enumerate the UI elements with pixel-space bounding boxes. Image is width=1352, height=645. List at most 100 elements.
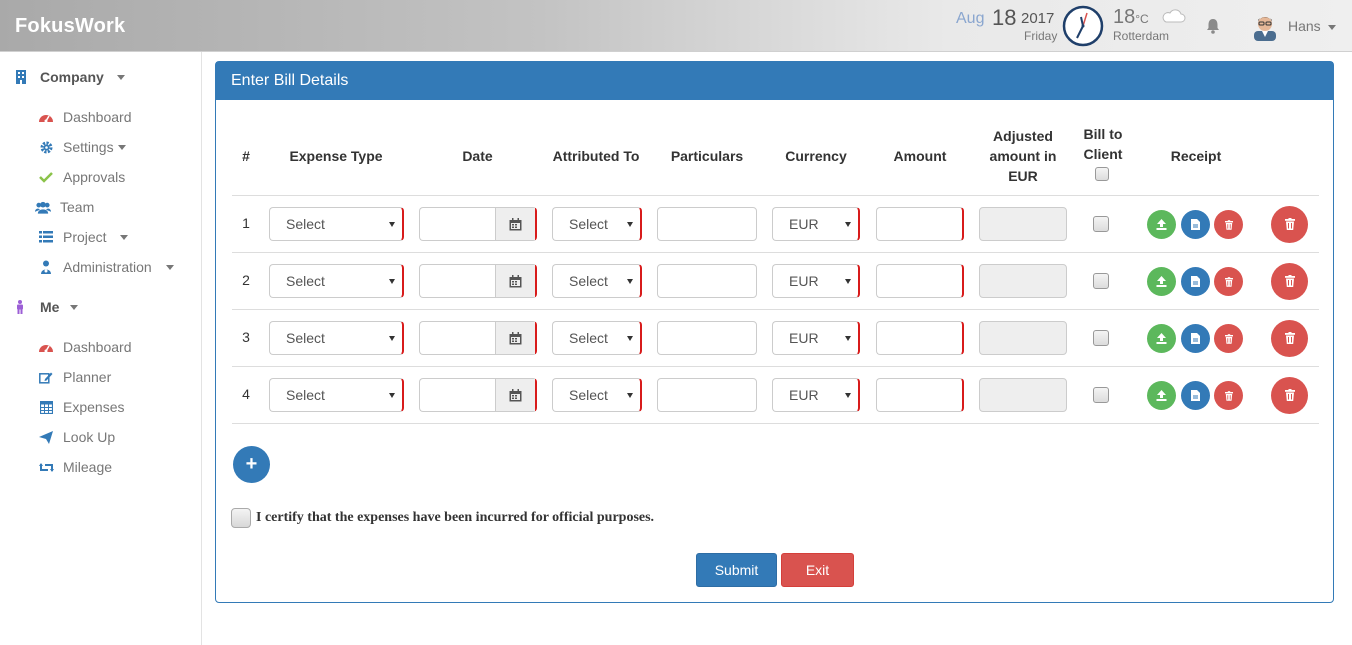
upload-receipt-button[interactable]	[1147, 381, 1176, 410]
date-input[interactable]	[419, 321, 537, 355]
delete-receipt-button[interactable]	[1214, 210, 1243, 239]
sidebar-item-me-planner[interactable]: Planner	[38, 369, 111, 385]
delete-row-button[interactable]	[1271, 263, 1308, 300]
exit-button[interactable]: Exit	[781, 553, 854, 587]
particulars-input[interactable]	[657, 264, 757, 298]
sidebar-item-me-dashboard[interactable]: Dashboard	[38, 339, 132, 355]
chevron-down-icon	[389, 393, 395, 398]
gear-icon	[38, 140, 54, 154]
column-header-bill-line2: Client	[1083, 146, 1123, 162]
bell-icon[interactable]	[1205, 17, 1221, 35]
adjusted-amount-field	[979, 207, 1067, 241]
calculator-icon	[38, 400, 54, 414]
amount-input[interactable]	[876, 378, 964, 412]
calendar-icon[interactable]	[495, 379, 535, 411]
trash-icon	[1284, 388, 1295, 404]
delete-row-button[interactable]	[1271, 320, 1308, 357]
user-menu[interactable]: Hans	[1288, 18, 1336, 34]
currency-value: EUR	[789, 330, 819, 346]
cloud-icon	[1162, 9, 1186, 23]
delete-receipt-button[interactable]	[1214, 267, 1243, 296]
admin-icon	[38, 260, 54, 274]
app-title[interactable]: FokusWork	[15, 15, 125, 38]
expense-type-select[interactable]: Select	[269, 264, 404, 298]
date-input[interactable]	[419, 207, 537, 241]
attributed-to-select[interactable]: Select	[552, 264, 642, 298]
currency-select[interactable]: EUR	[772, 207, 860, 241]
chevron-down-icon	[627, 279, 633, 284]
sidebar-group-me[interactable]: Me	[15, 299, 79, 315]
sidebar-group-company[interactable]: Company	[15, 69, 125, 85]
adjusted-amount-field	[979, 378, 1067, 412]
sidebar-item-me-lookup[interactable]: Look Up	[38, 429, 115, 445]
currency-select[interactable]: EUR	[772, 378, 860, 412]
certify-text: I certify that the expenses have been in…	[256, 510, 655, 525]
particulars-input[interactable]	[657, 207, 757, 241]
column-header-expense-type: Expense Type	[289, 148, 383, 164]
date-input[interactable]	[419, 264, 537, 298]
person-icon	[15, 300, 29, 314]
sidebar-item-company-approvals[interactable]: Approvals	[38, 169, 125, 185]
sidebar-item-me-mileage[interactable]: Mileage	[38, 459, 112, 475]
bill-to-client-checkbox[interactable]	[1093, 216, 1109, 232]
column-header-attributed-to: Attributed To	[552, 148, 640, 164]
delete-row-button[interactable]	[1271, 206, 1308, 243]
attributed-to-select[interactable]: Select	[552, 321, 642, 355]
currency-select[interactable]: EUR	[772, 321, 860, 355]
upload-receipt-button[interactable]	[1147, 210, 1176, 239]
adjusted-amount-field	[979, 321, 1067, 355]
bill-to-client-checkbox[interactable]	[1093, 330, 1109, 346]
sidebar-item-company-dashboard[interactable]: Dashboard	[38, 109, 132, 125]
amount-input[interactable]	[876, 207, 964, 241]
calendar-icon[interactable]	[495, 208, 535, 240]
delete-row-button[interactable]	[1271, 377, 1308, 414]
amount-input[interactable]	[876, 264, 964, 298]
bill-to-client-checkbox[interactable]	[1093, 387, 1109, 403]
delete-receipt-button[interactable]	[1214, 324, 1243, 353]
date-day: 18	[992, 5, 1017, 30]
bill-to-client-checkbox[interactable]	[1093, 273, 1109, 289]
sidebar: Company Dashboard Settings Approvals Tea…	[0, 52, 202, 645]
upload-receipt-button[interactable]	[1147, 267, 1176, 296]
sidebar-item-company-settings[interactable]: Settings	[38, 139, 126, 155]
sidebar-item-company-team[interactable]: Team	[35, 199, 94, 215]
certify-checkbox[interactable]	[231, 508, 251, 528]
view-receipt-button[interactable]	[1181, 381, 1210, 410]
table-divider	[232, 195, 1319, 196]
particulars-input[interactable]	[657, 321, 757, 355]
view-receipt-button[interactable]	[1181, 267, 1210, 296]
view-receipt-button[interactable]	[1181, 210, 1210, 239]
expense-type-select[interactable]: Select	[269, 207, 404, 241]
trash-icon	[1284, 331, 1295, 347]
submit-button[interactable]: Submit	[696, 553, 777, 587]
attributed-to-value: Select	[569, 330, 608, 346]
column-header-receipt: Receipt	[1170, 148, 1222, 164]
calendar-icon[interactable]	[495, 322, 535, 354]
temperature-value: 18	[1113, 6, 1136, 28]
expense-type-select[interactable]: Select	[269, 378, 404, 412]
attributed-to-select[interactable]: Select	[552, 378, 642, 412]
trash-icon	[1284, 274, 1295, 290]
calendar-icon[interactable]	[495, 265, 535, 297]
sidebar-item-company-project[interactable]: Project	[38, 229, 128, 245]
view-receipt-button[interactable]	[1181, 324, 1210, 353]
row-number: 4	[242, 386, 250, 402]
amount-input[interactable]	[876, 321, 964, 355]
add-row-button[interactable]: +	[233, 446, 270, 483]
bill-to-client-select-all[interactable]	[1095, 167, 1109, 181]
file-icon	[1191, 217, 1200, 233]
upload-receipt-button[interactable]	[1147, 324, 1176, 353]
date-input[interactable]	[419, 378, 537, 412]
sidebar-item-me-expenses[interactable]: Expenses	[38, 399, 124, 415]
expense-type-select[interactable]: Select	[269, 321, 404, 355]
particulars-input[interactable]	[657, 378, 757, 412]
row-divider	[232, 423, 1319, 424]
column-header-amount: Amount	[893, 148, 947, 164]
check-icon	[38, 170, 54, 184]
date-year: 2017	[1021, 10, 1055, 27]
currency-select[interactable]: EUR	[772, 264, 860, 298]
delete-receipt-button[interactable]	[1214, 381, 1243, 410]
avatar[interactable]	[1252, 13, 1278, 41]
sidebar-item-company-administration[interactable]: Administration	[38, 259, 174, 275]
attributed-to-select[interactable]: Select	[552, 207, 642, 241]
